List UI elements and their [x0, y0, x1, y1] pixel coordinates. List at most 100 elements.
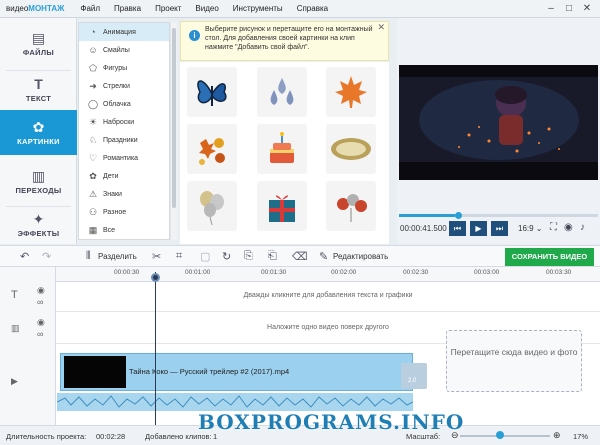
category-kids[interactable]: ✿ Дети [79, 167, 169, 185]
sticker-birthday-cake[interactable] [257, 124, 307, 174]
eye-icon[interactable]: ◉ [37, 317, 45, 328]
fullscreen-icon[interactable]: ⛶ [550, 222, 557, 233]
sidebar-item-files[interactable]: ▤ ФАЙЛЫ [0, 30, 77, 66]
transition-duration: 2.0 [408, 378, 417, 384]
playback-progress-bar[interactable] [399, 212, 598, 219]
category-label: Праздники [103, 136, 138, 144]
edit-icon[interactable]: ✎ [319, 250, 328, 263]
tick-label: 00:00:30 [114, 269, 140, 276]
camera-icon[interactable]: ◉ [564, 222, 573, 233]
tick-label: 00:03:00 [474, 269, 500, 276]
sidebar-item-transitions[interactable]: ▥ ПЕРЕХОДЫ [0, 168, 77, 202]
maximize-icon[interactable]: □ [560, 2, 578, 16]
scrollbar-thumb[interactable] [172, 28, 176, 208]
close-icon[interactable]: ✕ [377, 23, 385, 32]
menu-help[interactable]: Справка [297, 4, 328, 13]
speech-bubble-icon: ◯ [87, 98, 99, 109]
playhead-line[interactable] [155, 272, 156, 425]
duration-label: Длительность проекта: [6, 432, 87, 441]
minimize-icon[interactable]: – [542, 2, 560, 16]
rotate-icon[interactable]: ↻ [222, 250, 231, 263]
drops-icon [270, 78, 294, 105]
tick-label: 00:01:00 [185, 269, 211, 276]
tick-label: 00:01:30 [261, 269, 287, 276]
category-smileys[interactable]: ☺ Смайлы [79, 41, 169, 59]
audio-waveform[interactable] [57, 393, 413, 411]
category-signs[interactable]: ⚠ Знаки [79, 185, 169, 203]
misc-icon: ⚇ [88, 206, 98, 217]
category-scrollbar[interactable] [170, 22, 177, 240]
sidebar-item-label: ЭФФЕКТЫ [17, 229, 60, 238]
sticker-balloons[interactable] [187, 181, 237, 231]
clip-name: Тайна Коко — Русский трейлер #2 (2017).m… [129, 367, 290, 376]
category-label: Дети [103, 172, 119, 180]
save-video-button[interactable]: СОХРАНИТЬ ВИДЕО [505, 248, 594, 266]
copy-icon[interactable]: ⎘ [244, 250, 253, 263]
category-misc[interactable]: ⚇ Разное [79, 203, 169, 221]
category-label: Облачка [103, 100, 131, 108]
menu-edit[interactable]: Правка [114, 4, 141, 13]
frame-icon[interactable]: ▢ [200, 250, 210, 263]
sticker-autumn-leaves[interactable] [187, 124, 237, 174]
pictures-icon: ✿ [32, 119, 45, 135]
paste-icon[interactable]: ⎗ [268, 250, 277, 263]
sticker-butterfly[interactable] [187, 67, 237, 117]
progress-handle[interactable] [455, 212, 462, 219]
balloons-icon [200, 191, 224, 226]
link-icon[interactable]: ∞ [37, 329, 43, 339]
sidebar-item-effects[interactable]: ✦ ЭФФЕКТЫ [0, 211, 77, 244]
prev-frame-button[interactable]: ⏮ [449, 221, 466, 236]
app-window: видеоМОНТАЖ Файл Правка Проект Видео Инс… [0, 0, 600, 445]
sticker-plaque[interactable] [326, 124, 376, 174]
banner-text: Выберите рисунок и перетащите его на мон… [205, 26, 373, 51]
menu-tools[interactable]: Инструменты [233, 4, 283, 13]
time-ruler[interactable]: 00:00:30 00:01:00 00:01:30 00:02:00 00:0… [56, 267, 600, 282]
link-icon[interactable]: ∞ [37, 297, 43, 307]
aspect-ratio-select[interactable]: 16:9 ⌄ [518, 224, 543, 233]
drop-zone[interactable]: Перетащите сюда видео и фото [446, 330, 582, 392]
video-clip[interactable]: Тайна Коко — Русский трейлер #2 (2017).m… [60, 353, 413, 391]
zoom-slider-handle[interactable] [496, 431, 504, 439]
sticker-ribbon-balloons[interactable] [326, 181, 376, 231]
transitions-icon: ▥ [31, 168, 46, 184]
category-arrows[interactable]: ➜ Стрелки [79, 77, 169, 95]
crop-icon[interactable]: ⌗ [176, 250, 182, 263]
category-shapes[interactable]: ⬠ Фигуры [79, 59, 169, 77]
zoom-in-icon[interactable]: ⊕ [553, 430, 561, 441]
video-frame[interactable] [399, 65, 598, 180]
volume-icon[interactable]: ♪ [580, 222, 585, 233]
split-button[interactable]: Разделить [98, 252, 137, 261]
transition-slot[interactable]: 2.0 [401, 363, 427, 389]
next-frame-button[interactable]: ⏭ [491, 221, 508, 236]
zoom-value: 17% [573, 432, 589, 441]
delete-icon[interactable]: ⌫ [292, 250, 308, 263]
sidebar-item-text[interactable]: T ТЕКСТ [0, 76, 77, 110]
sticker-drops[interactable] [257, 67, 307, 117]
tick-label: 00:02:30 [403, 269, 429, 276]
close-icon[interactable]: ✕ [578, 2, 596, 16]
category-sketches[interactable]: ☀ Наброски [79, 113, 169, 131]
zoom-slider[interactable] [460, 435, 550, 437]
timecode-display: 00:00:41.500 [400, 224, 447, 233]
ribbon-balloons-icon [337, 194, 367, 222]
category-all[interactable]: ▦ Все [79, 221, 169, 239]
sticker-gift-box[interactable] [257, 181, 307, 231]
menu-file[interactable]: Файл [80, 4, 100, 13]
playhead-handle[interactable] [151, 273, 160, 282]
menu-project[interactable]: Проект [155, 4, 181, 13]
sidebar-item-pictures[interactable]: ✿ КАРТИНКИ [0, 110, 77, 155]
category-romance[interactable]: ♡ Романтика [79, 149, 169, 167]
text-track[interactable]: Дважды кликните для добавления текста и … [56, 282, 600, 312]
category-bubbles[interactable]: ◯ Облачка [79, 95, 169, 113]
eye-icon[interactable]: ◉ [37, 285, 45, 296]
edit-button[interactable]: Редактировать [333, 252, 388, 261]
undo-icon[interactable]: ↶ [20, 250, 29, 263]
split-icon[interactable]: ⫴ [86, 250, 91, 263]
redo-icon[interactable]: ↷ [42, 250, 51, 263]
sticker-maple-leaf[interactable] [326, 67, 376, 117]
menu-video[interactable]: Видео [195, 4, 218, 13]
cut-icon[interactable]: ✂ [152, 250, 161, 263]
play-button[interactable]: ▶ [470, 221, 487, 236]
category-holidays[interactable]: ♘ Праздники [79, 131, 169, 149]
category-animation[interactable]: ◔ Анимация [79, 23, 169, 41]
